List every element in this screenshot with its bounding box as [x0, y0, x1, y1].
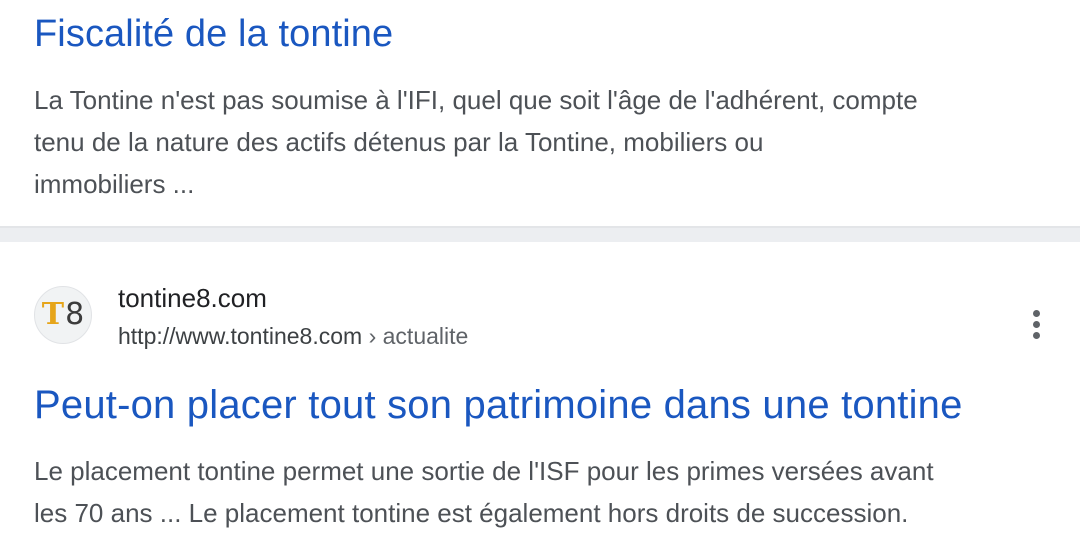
snippet-line: les 70 ans ... Le placement tontine est … [34, 498, 909, 528]
result-snippet: La Tontine n'est pas soumise à l'IFI, qu… [34, 79, 918, 205]
result-title-link[interactable]: Peut-on placer tout son patrimoine dans … [34, 380, 963, 430]
result-divider [0, 226, 1080, 242]
favicon-digit: 8 [65, 297, 85, 332]
snippet-line: Le placement tontine permet une sortie d… [34, 456, 934, 486]
more-dot [1032, 320, 1040, 328]
breadcrumb: actualite [382, 323, 469, 349]
search-result-card: Fiscalité de la tontine La Tontine n'est… [0, 0, 1080, 226]
site-url: http://www.tontine8.com › actualite [118, 322, 468, 350]
more-dot [1032, 309, 1040, 317]
snippet-line: immobiliers ... [34, 169, 195, 199]
breadcrumb-separator: › [368, 323, 377, 349]
result-title-link[interactable]: Fiscalité de la tontine [34, 10, 393, 58]
url-text: http://www.tontine8.com [118, 323, 363, 349]
snippet-line: La Tontine n'est pas soumise à l'IFI, qu… [34, 85, 918, 115]
more-dot [1032, 331, 1040, 339]
search-result-card: T8 tontine8.com http://www.tontine8.com … [0, 242, 1080, 552]
more-vert-icon[interactable] [1012, 300, 1060, 348]
site-name: tontine8.com [118, 283, 267, 313]
result-snippet: Le placement tontine permet une sortie d… [34, 450, 934, 534]
snippet-line: tenu de la nature des actifs détenus par… [34, 127, 764, 157]
site-favicon: T8 [34, 286, 92, 344]
favicon-letter: T [41, 297, 65, 332]
